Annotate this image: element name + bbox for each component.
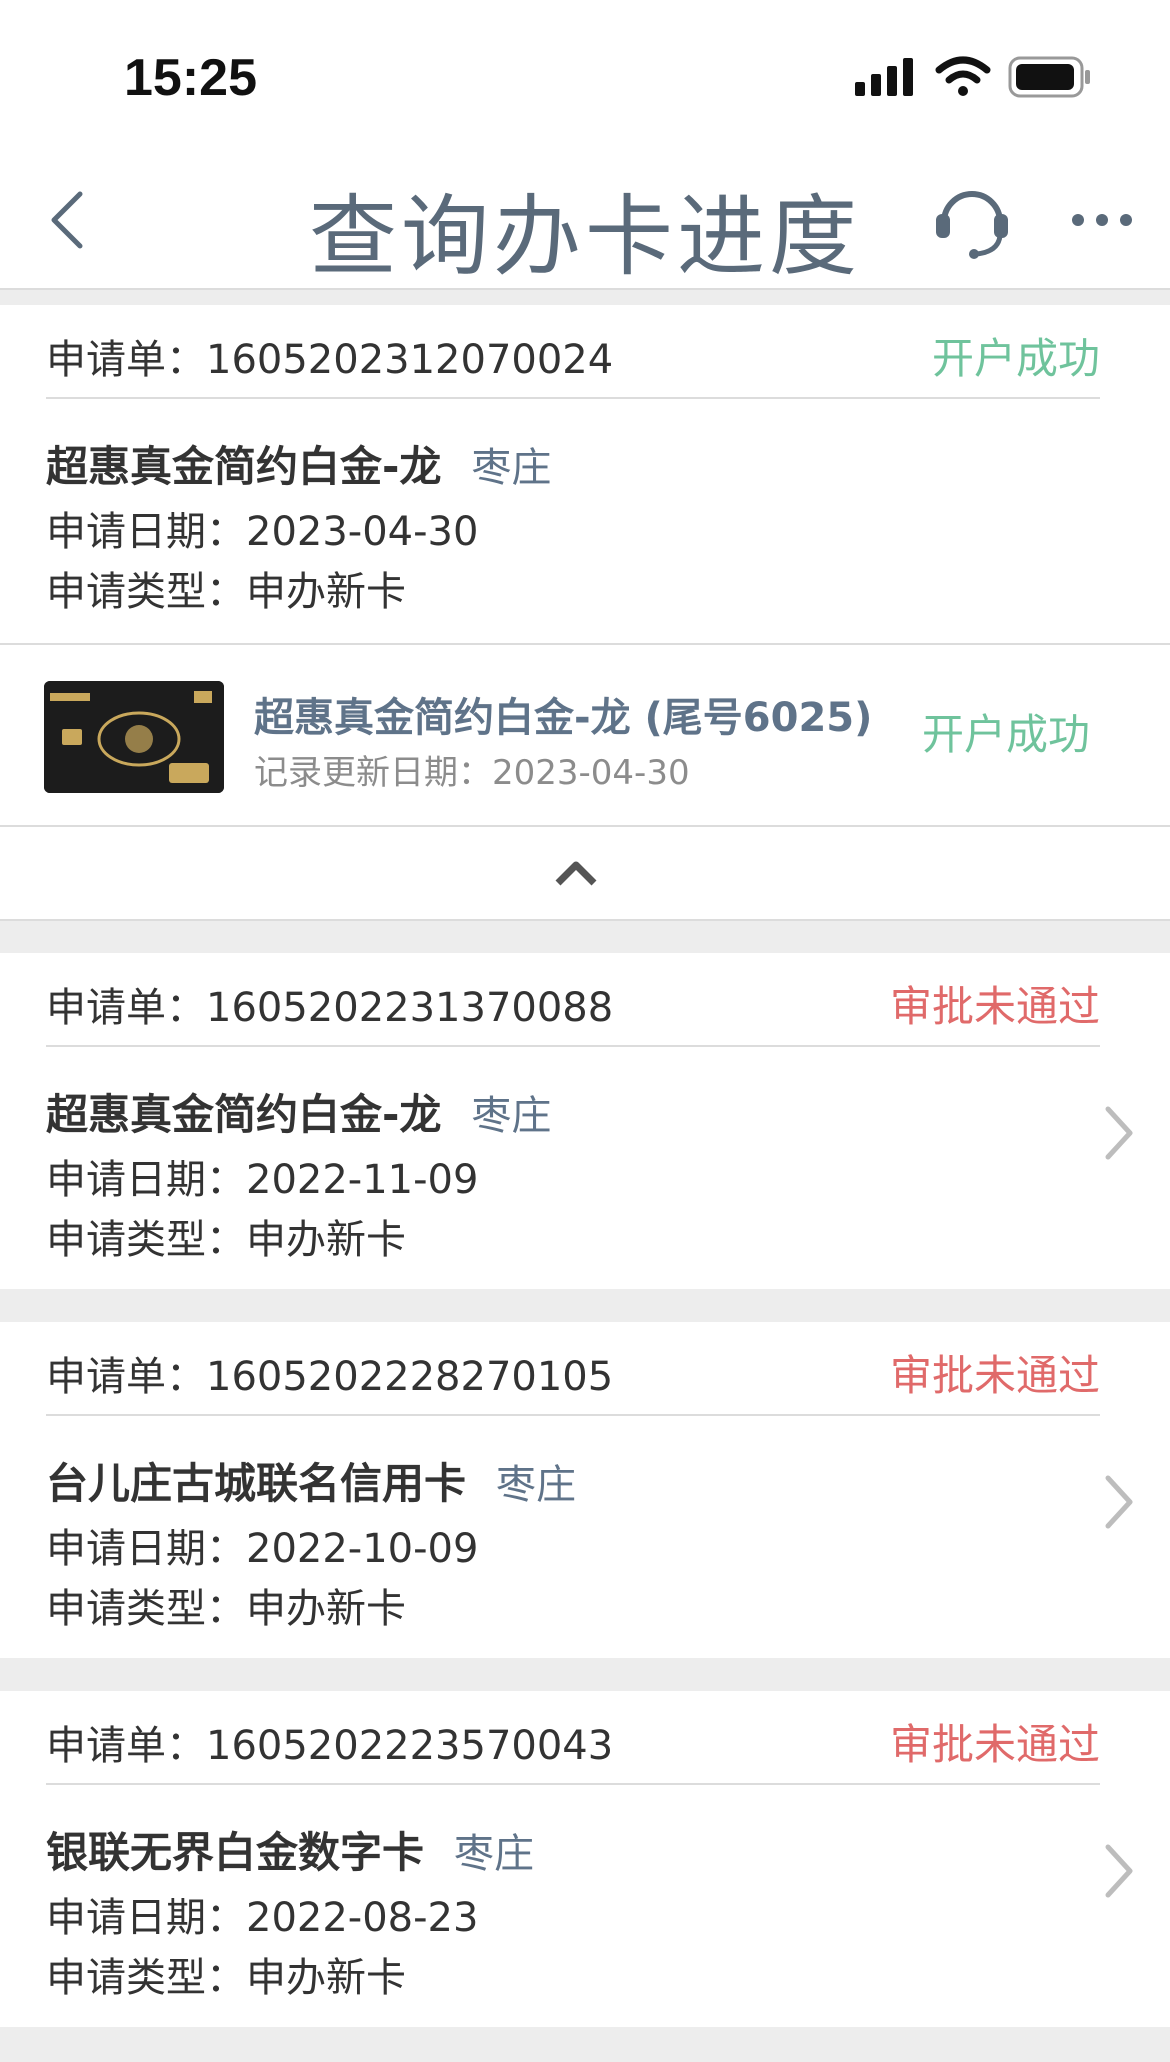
order-number: 申请单：1605202231370088	[46, 985, 614, 1031]
apply-date: 申请日期：2022-10-09	[46, 1526, 479, 1572]
signal-icon	[855, 58, 913, 96]
chevron-right-icon	[1105, 1475, 1133, 1529]
card-product-label: 银联无界白金数字卡	[46, 1828, 425, 1877]
apply-type: 申请类型：申办新卡	[46, 1217, 406, 1263]
status-bar: 15:25	[0, 0, 1170, 150]
card-thumbnail	[44, 681, 224, 793]
application-card[interactable]: 申请单：1605202312070024 开户成功 超惠真金简约白金-龙 枣庄 申…	[0, 305, 1170, 645]
application-header: 申请单：1605202231370088 审批未通过	[46, 953, 1100, 1047]
order-number: 申请单：1605202312070024	[46, 337, 614, 383]
application-header: 申请单：1605202312070024 开户成功	[46, 305, 1100, 399]
card-product-label: 超惠真金简约白金-龙	[46, 442, 442, 491]
apply-type: 申请类型：申办新卡	[46, 569, 406, 615]
chevron-up-icon	[555, 861, 597, 886]
customer-service-icon[interactable]	[932, 176, 1012, 260]
status-badge: 开户成功	[931, 334, 1100, 383]
card-city: 枣庄	[454, 1831, 535, 1877]
application-card[interactable]: 申请单：1605202223570043 审批未通过 银联无界白金数字卡 枣庄 申…	[0, 1691, 1170, 2027]
card-product-name: 银联无界白金数字卡 枣庄	[46, 1819, 534, 1880]
apply-type: 申请类型：申办新卡	[46, 1955, 406, 2001]
collapse-toggle[interactable]	[0, 825, 1170, 921]
issued-card-name: 超惠真金简约白金-龙 (尾号6025)	[254, 695, 873, 741]
card-product-name: 超惠真金简约白金-龙 枣庄	[46, 433, 551, 494]
application-header: 申请单：1605202228270105 审批未通过	[46, 1322, 1100, 1416]
chevron-right-icon	[1105, 1106, 1133, 1160]
status-badge: 审批未通过	[889, 982, 1100, 1031]
wifi-icon	[935, 56, 991, 96]
application-card[interactable]: 申请单：1605202228270105 审批未通过 台儿庄古城联名信用卡 枣庄 …	[0, 1322, 1170, 1658]
application-card[interactable]: 申请单：1605202231370088 审批未通过 超惠真金简约白金-龙 枣庄 …	[0, 953, 1170, 1289]
card-product-label: 超惠真金简约白金-龙	[46, 1090, 442, 1139]
card-product-name: 超惠真金简约白金-龙 枣庄	[46, 1081, 551, 1142]
card-image-icon	[44, 681, 224, 793]
application-header: 申请单：1605202223570043 审批未通过	[46, 1691, 1100, 1785]
battery-icon	[1008, 56, 1090, 98]
apply-date: 申请日期：2022-08-23	[46, 1895, 479, 1941]
status-time: 15:25	[124, 49, 257, 107]
order-number: 申请单：1605202228270105	[46, 1354, 614, 1400]
nav-bar: 查询办卡进度	[0, 150, 1170, 290]
card-product-name: 台儿庄古城联名信用卡 枣庄	[46, 1450, 576, 1511]
status-badge: 审批未通过	[889, 1351, 1100, 1400]
card-city: 枣庄	[496, 1462, 577, 1508]
issued-card-row[interactable]: 超惠真金简约白金-龙 (尾号6025) 记录更新日期：2023-04-30 开户…	[0, 643, 1170, 827]
record-update-date: 记录更新日期：2023-04-30	[254, 753, 690, 793]
status-badge: 审批未通过	[889, 1720, 1100, 1769]
card-city: 枣庄	[471, 1093, 552, 1139]
chevron-right-icon	[1105, 1844, 1133, 1898]
card-city: 枣庄	[471, 445, 552, 491]
issued-card-status: 开户成功	[921, 710, 1090, 759]
apply-type: 申请类型：申办新卡	[46, 1586, 406, 1632]
apply-date: 申请日期：2022-11-09	[46, 1157, 479, 1203]
more-icon[interactable]	[1070, 212, 1134, 228]
card-product-label: 台儿庄古城联名信用卡	[46, 1459, 467, 1508]
apply-date: 申请日期：2023-04-30	[46, 509, 479, 555]
order-number: 申请单：1605202223570043	[46, 1723, 614, 1769]
